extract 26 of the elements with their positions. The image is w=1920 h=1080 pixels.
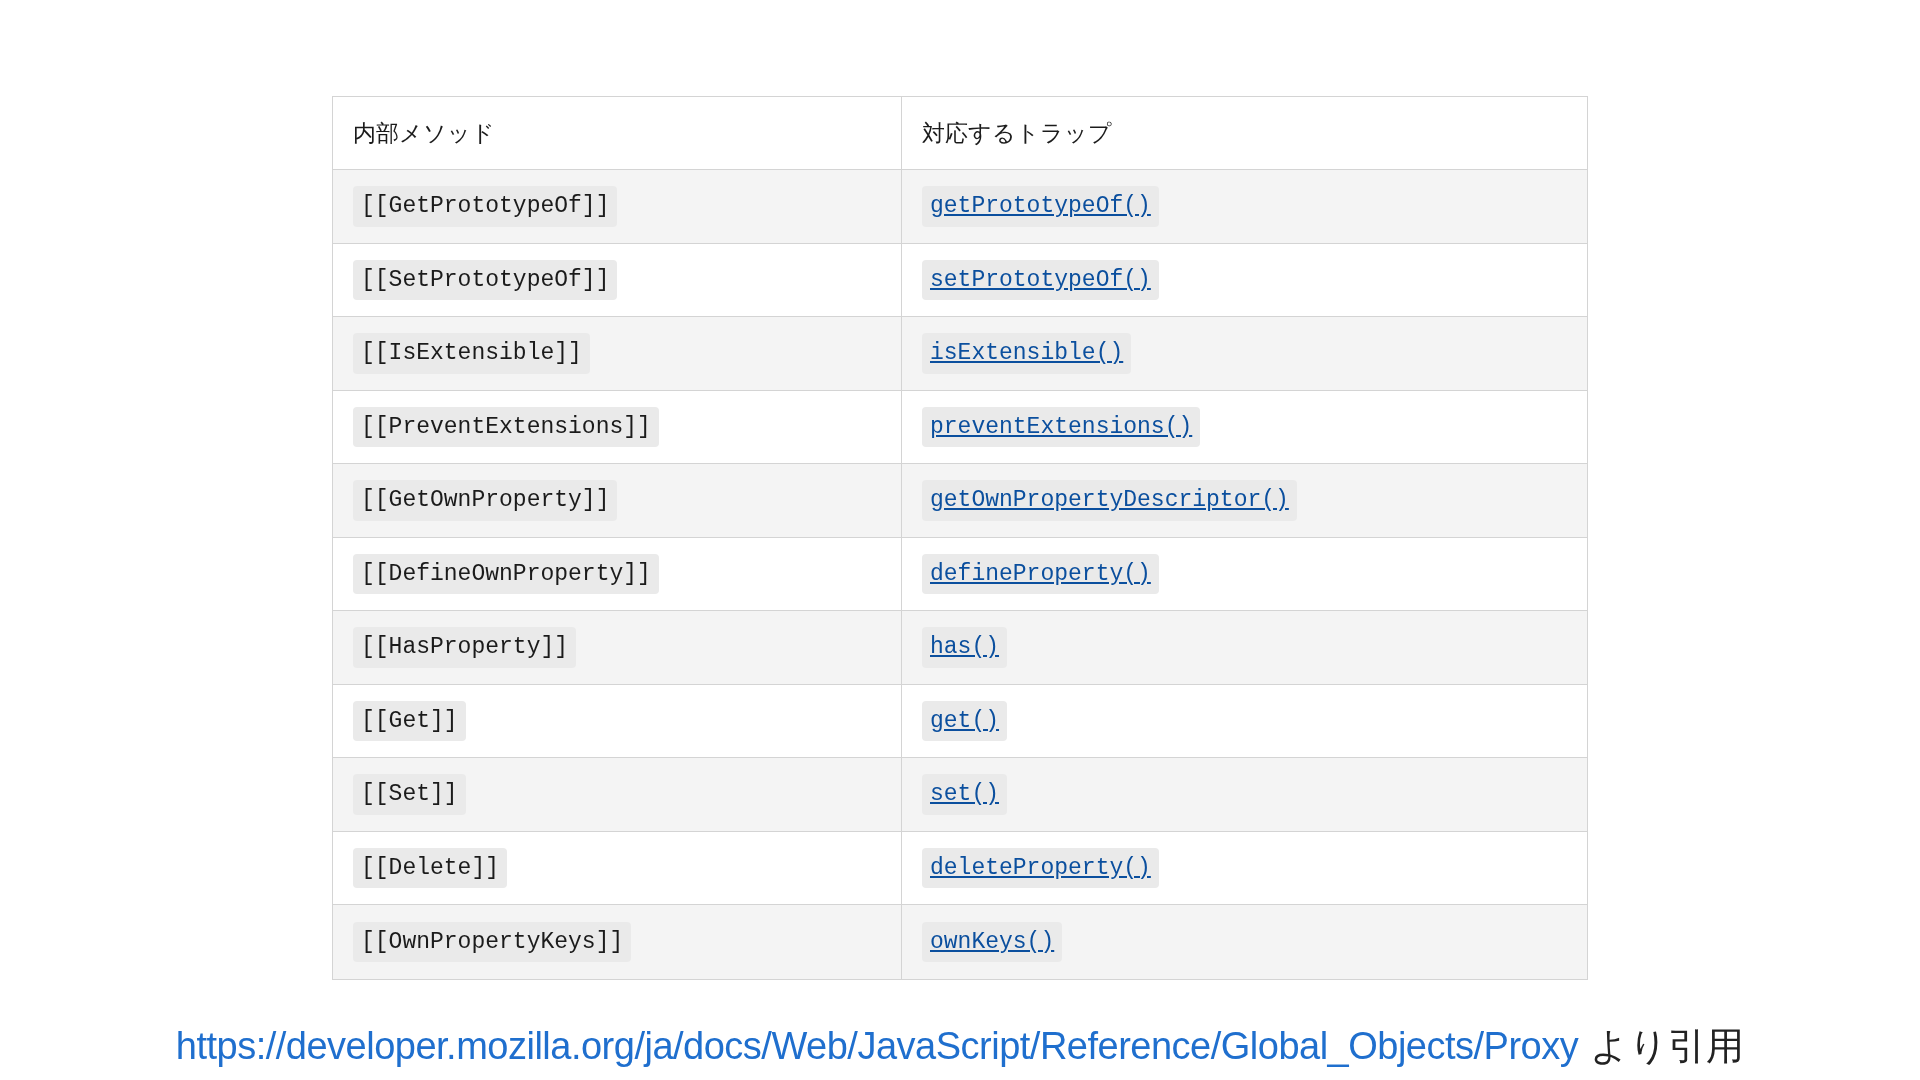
method-code: [[GetPrototypeOf]] [353,186,618,227]
method-code: [[GetOwnProperty]] [353,480,618,521]
method-code: [[HasProperty]] [353,627,577,668]
caption-text: より引用 [1590,1023,1745,1069]
method-code: [[DefineOwnProperty]] [353,553,659,594]
trap-link[interactable]: ownKeys() [922,921,1063,962]
trap-link[interactable]: preventExtensions() [922,406,1201,447]
method-code: [[Set]] [353,774,466,815]
column-header: 対応するトラップ [921,118,1113,148]
method-code: [[Delete]] [353,847,508,888]
source-link[interactable]: https://developer.mozilla.org/ja/docs/Web/JavaScript/Reference/Global_Objects/Proxy [175,1017,1579,1075]
trap-link[interactable]: setPrototypeOf() [922,259,1159,300]
method-code: [[PreventExtensions]] [353,406,659,447]
method-code: [[Get]] [353,700,466,741]
trap-link[interactable]: getOwnPropertyDescriptor() [922,480,1297,521]
method-code: [[SetPrototypeOf]] [353,259,618,300]
trap-link[interactable]: deleteProperty() [922,847,1159,888]
trap-link[interactable]: getPrototypeOf() [922,186,1159,227]
trap-link[interactable]: set() [922,774,1007,815]
method-code: [[OwnPropertyKeys]] [353,921,632,962]
trap-link[interactable]: has() [922,627,1007,668]
column-header: 内部メソッド [333,97,902,169]
trap-link[interactable]: isExtensible() [922,333,1132,374]
method-code: [[IsExtensible]] [353,333,590,374]
trap-link[interactable]: get() [922,700,1007,741]
trap-link[interactable]: defineProperty() [922,553,1159,594]
